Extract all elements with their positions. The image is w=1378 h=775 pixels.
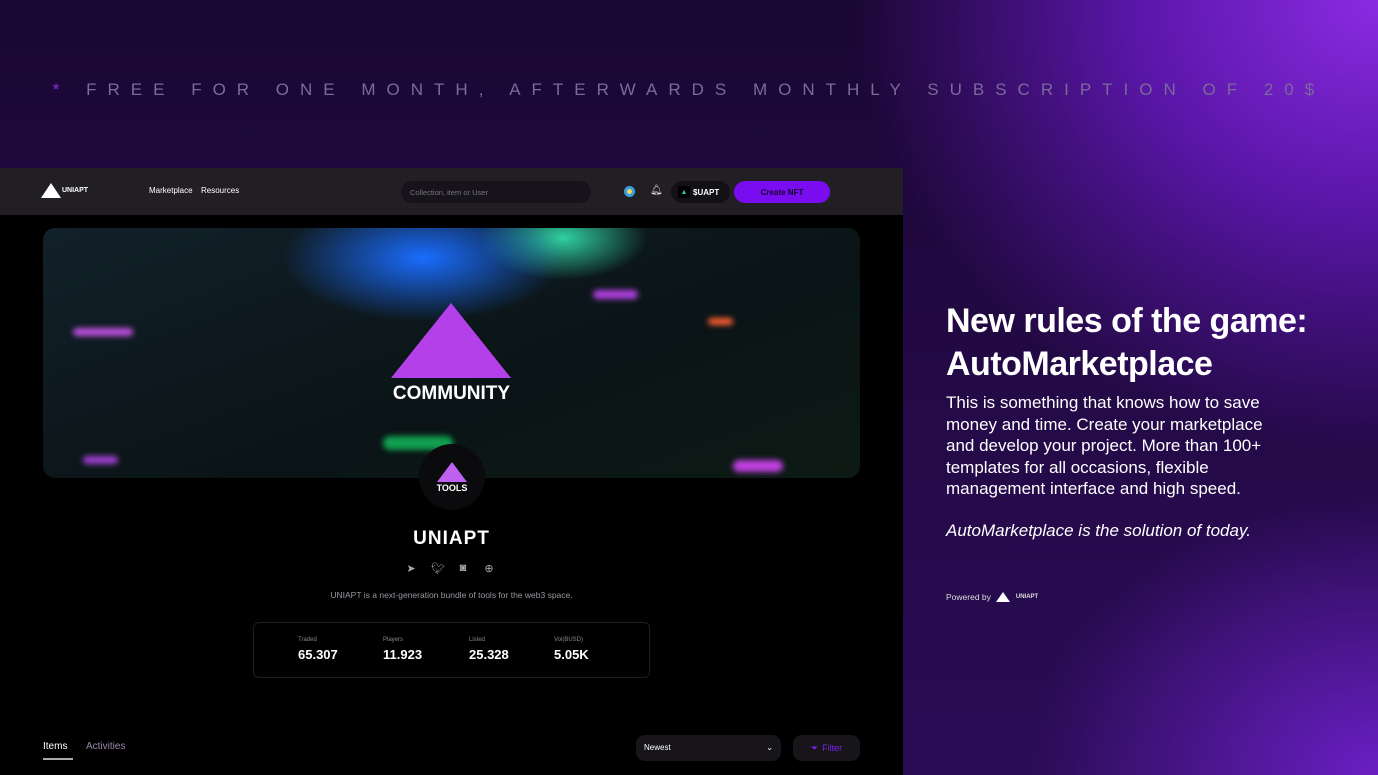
stat-traded: Traded 65.307 (298, 637, 338, 662)
promo-body: This is something that knows how to save… (946, 393, 1263, 498)
sort-select[interactable]: Newest ⌄ (636, 735, 781, 761)
token-icon: ▲ (678, 186, 690, 198)
bell-icon[interactable]: 🔔︎ (650, 185, 663, 196)
stat-listed: Listed 25.328 (469, 637, 509, 662)
collection-description: UNIAPT is a next-generation bundle of to… (330, 590, 573, 600)
telegram-icon[interactable]: ➤ (405, 562, 417, 575)
token-button[interactable]: ▲ $UAPT (671, 181, 730, 203)
tab-items[interactable]: Items (43, 741, 67, 752)
filter-button[interactable]: ⏷ Filter (793, 735, 860, 761)
tab-activities[interactable]: Activities (86, 741, 125, 752)
community-logo-icon (391, 303, 511, 378)
discord-icon[interactable]: ◙ (457, 562, 469, 575)
navbar: UNIAPT Marketplace Resources 🔔︎ ▲$UAPT C… (0, 168, 903, 215)
powered-by: Powered by UNIAPT (946, 592, 1039, 602)
banner-title: COMMUNITY (392, 383, 511, 404)
stat-players: Players 11.923 (383, 637, 423, 662)
stat-volume: Vol(BUSD) 5.05K (554, 637, 589, 662)
collection-banner: COMMUNITY (43, 228, 860, 478)
uniapt-logo-icon (995, 592, 1010, 602)
active-tab-indicator (43, 758, 73, 760)
promo-headline: New rules of the game: AutoMarketplace (946, 302, 1308, 383)
promo-tagline: AutoMarketplace is the solution of today… (946, 521, 1251, 540)
search-input[interactable] (401, 181, 591, 203)
tools-logo-icon (437, 461, 467, 482)
twitter-icon[interactable]: 🐦︎ (431, 562, 445, 575)
app-screenshot: UNIAPT Marketplace Resources 🔔︎ ▲$UAPT C… (0, 168, 903, 775)
logo-icon (41, 183, 61, 198)
globe-icon[interactable]: ⊕ (483, 562, 495, 575)
chevron-down-icon: ⌄ (766, 743, 773, 752)
stats-panel: Traded 65.307 Players 11.923 Listed 25.328 … (253, 622, 650, 678)
social-links: ➤ 🐦︎ ◙ ⊕ (405, 562, 495, 575)
nav-resources[interactable]: Resources (201, 186, 239, 195)
collection-name: UNIAPT (413, 528, 490, 549)
filter-icon: ⏷ (810, 742, 819, 753)
nav-marketplace[interactable]: Marketplace (149, 186, 193, 195)
avatar: TOOLS (419, 444, 485, 510)
create-nft-button[interactable]: Create NFT (734, 181, 830, 203)
language-globe-icon[interactable] (624, 186, 635, 197)
logo[interactable]: UNIAPT (41, 183, 88, 198)
promo-banner-text: * FREE FOR ONE MONTH, AFTERWARDS MONTHLY… (52, 80, 1326, 99)
